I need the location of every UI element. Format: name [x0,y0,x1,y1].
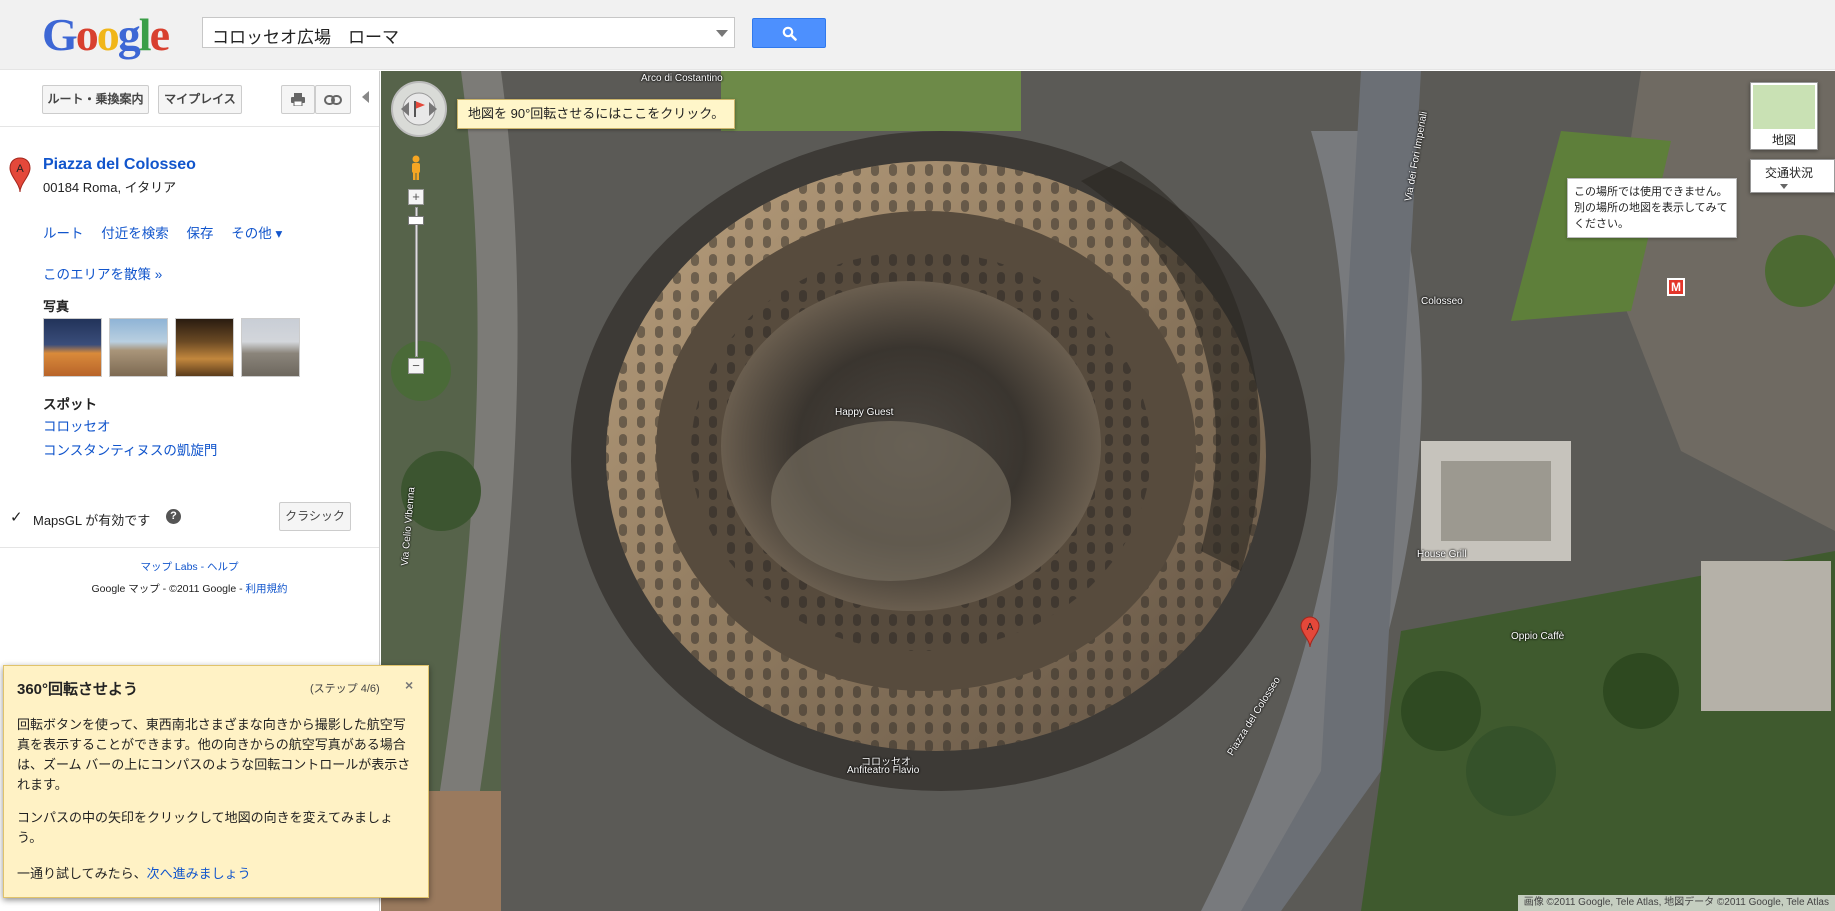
help-link[interactable]: ヘルプ [207,561,239,573]
maps-labs-link[interactable]: マップ Labs [140,561,197,573]
link-icon [324,95,342,105]
map-type-label: 地図 [1771,133,1796,147]
mapsgl-status: MapsGL が有効です [33,513,151,528]
photo-thumbnail[interactable] [43,318,102,377]
labs-help-line: マップ Labs - ヘルプ [0,559,379,574]
separator: - [197,561,208,573]
pegman-icon[interactable] [408,155,424,181]
google-logo[interactable]: Google [42,9,170,60]
tour-card: 360°回転させよう (ステップ 4/6) × 回転ボタンを使って、東西南北さま… [3,665,429,898]
metro-icon: M [1667,278,1685,296]
search-query-text: コロッセオ広場 ローマ [212,28,399,47]
place-actions: ルート 付近を検索 保存 その他 ▾ [43,222,296,242]
link-button[interactable] [315,85,351,114]
copyright-line: Google マップ - ©2011 Google - 利用規約 [0,581,379,596]
label-metro: Colosseo [1421,296,1463,307]
terms-link[interactable]: 利用規約 [246,583,288,595]
explore-area-link[interactable]: このエリアを散策 » [43,263,162,283]
logo-letter: o [75,9,99,60]
traffic-label: 交通状況 [1765,166,1814,180]
logo-letter: o [96,9,120,60]
logo-letter: G [42,9,78,60]
check-icon: ✓ [10,509,23,526]
rotate-arrows-icon [401,92,437,126]
spot-link-colosseo[interactable]: コロッセオ [43,415,111,435]
directions-button[interactable]: ルート・乗換案内 [42,85,149,114]
map-type-button[interactable]: 地図 [1750,82,1818,150]
tour-step-indicator: (ステップ 4/6) [310,683,380,695]
tour-next-line: 一通り試してみたら、次へ進みましょう [17,863,251,882]
tour-title: 360°回転させよう [17,681,139,698]
divider [0,126,379,127]
label-house-grill: House Grill [1417,549,1467,560]
marker-a-letter: A [16,163,24,175]
zoom-slider-handle[interactable] [408,216,424,225]
my-places-button[interactable]: マイプレイス [158,85,242,114]
tour-body-paragraph: 回転ボタンを使って、東西南北さまざまな向きから撮影した航空写真を表示することがで… [17,717,411,792]
photos-heading: 写真 [43,299,70,314]
photo-thumbnail[interactable] [109,318,168,377]
tour-body-paragraph: コンパスの中の矢印をクリックして地図の向きを変えてみましょう。 [17,810,393,845]
copyright-text: Google マップ - ©2011 Google - [91,583,246,595]
search-icon [782,26,797,41]
close-icon[interactable]: × [405,677,413,693]
header-bar: Google コロッセオ広場 ローマ [0,0,1835,70]
zoom-in-button[interactable]: + [408,189,424,205]
tour-next-link[interactable]: 次へ進みましょう [147,866,251,881]
traffic-dropdown[interactable]: 交通状況 [1750,159,1835,193]
map-copyright: 画像 ©2011 Google, Tele Atlas, 地図データ ©2011… [1517,895,1835,911]
zoom-out-button[interactable]: − [408,358,424,374]
photo-thumbnail[interactable] [175,318,234,377]
spot-link-arch[interactable]: コンスタンティヌスの凱旋門 [43,439,217,459]
zoom-slider-track[interactable] [415,207,418,357]
map-marker-a-icon[interactable]: A [1300,616,1320,648]
print-button[interactable] [281,85,315,114]
place-address: 00184 Roma, イタリア [43,180,177,195]
search-input[interactable]: コロッセオ広場 ローマ [202,17,735,48]
photo-thumbnail[interactable] [241,318,300,377]
route-link[interactable]: ルート [43,226,84,241]
chevron-down-icon [1780,184,1788,189]
classic-button[interactable]: クラシック [279,502,351,531]
divider [0,547,379,548]
marker-a-icon: A [9,157,31,193]
map-marker-letter: A [1307,622,1314,633]
search-button[interactable] [752,18,826,48]
map-canvas[interactable]: Arco di Costantino Happy Guest コロッセオ Anf… [381,71,1835,911]
tour-next-prefix: 一通り試してみたら、 [17,866,147,881]
collapse-panel-icon[interactable] [362,91,369,103]
spots-heading: スポット [43,397,97,412]
search-dropdown-icon[interactable] [716,30,728,37]
label-arco: Arco di Costantino [641,73,723,84]
map-type-preview [1753,85,1815,129]
place-name-link[interactable]: Piazza del Colosseo [43,156,196,174]
logo-letter: g [117,9,141,60]
rotate-tooltip: 地図を 90°回転させるにはここをクリック。 [457,99,736,129]
logo-letter: e [149,9,170,60]
rotate-control[interactable] [391,81,447,137]
help-icon[interactable]: ? [166,509,181,524]
save-link[interactable]: 保存 [187,226,214,241]
unavailable-notice: この場所では使用できません。別の場所の地図を表示してみてください。 [1567,178,1737,238]
label-happy-guest: Happy Guest [835,407,894,418]
more-dropdown[interactable]: その他 ▾ [231,226,282,241]
label-oppio: Oppio Caffè [1511,631,1565,642]
logo-letter: l [138,9,152,60]
search-nearby-link[interactable]: 付近を検索 [101,226,169,241]
print-icon [291,93,305,107]
label-anfiteatro: Anfiteatro Flavio [847,765,920,776]
